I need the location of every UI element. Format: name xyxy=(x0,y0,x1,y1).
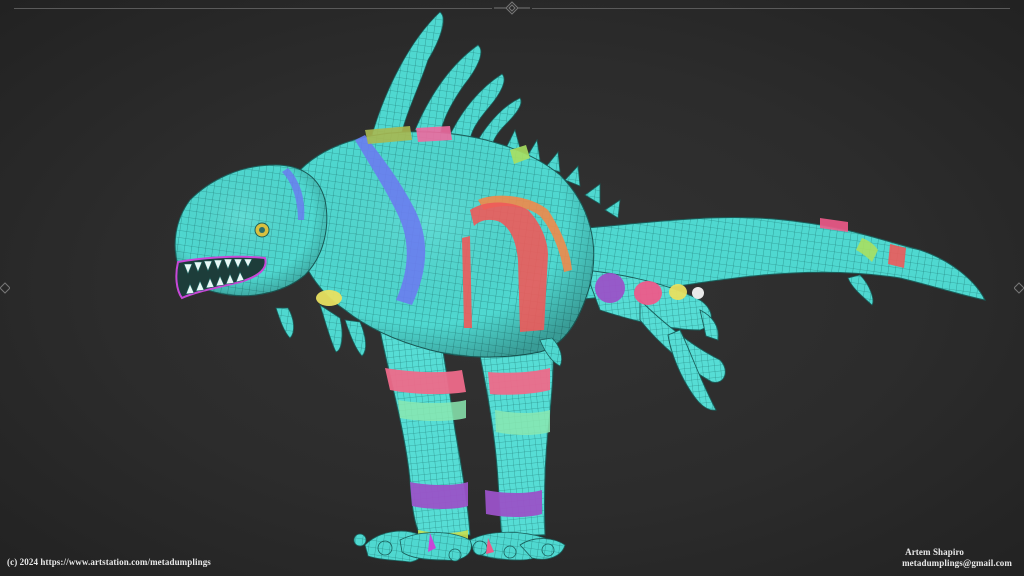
author-name: Artem Shapiro xyxy=(905,547,964,557)
copyright-text: (c) 2024 https://www.artstation.com/meta… xyxy=(7,557,211,567)
render-viewport: (c) 2024 https://www.artstation.com/meta… xyxy=(0,0,1024,576)
author-email: metadumplings@gmail.com xyxy=(902,558,1012,568)
creature-model xyxy=(174,11,986,563)
feet-claws xyxy=(353,530,566,563)
